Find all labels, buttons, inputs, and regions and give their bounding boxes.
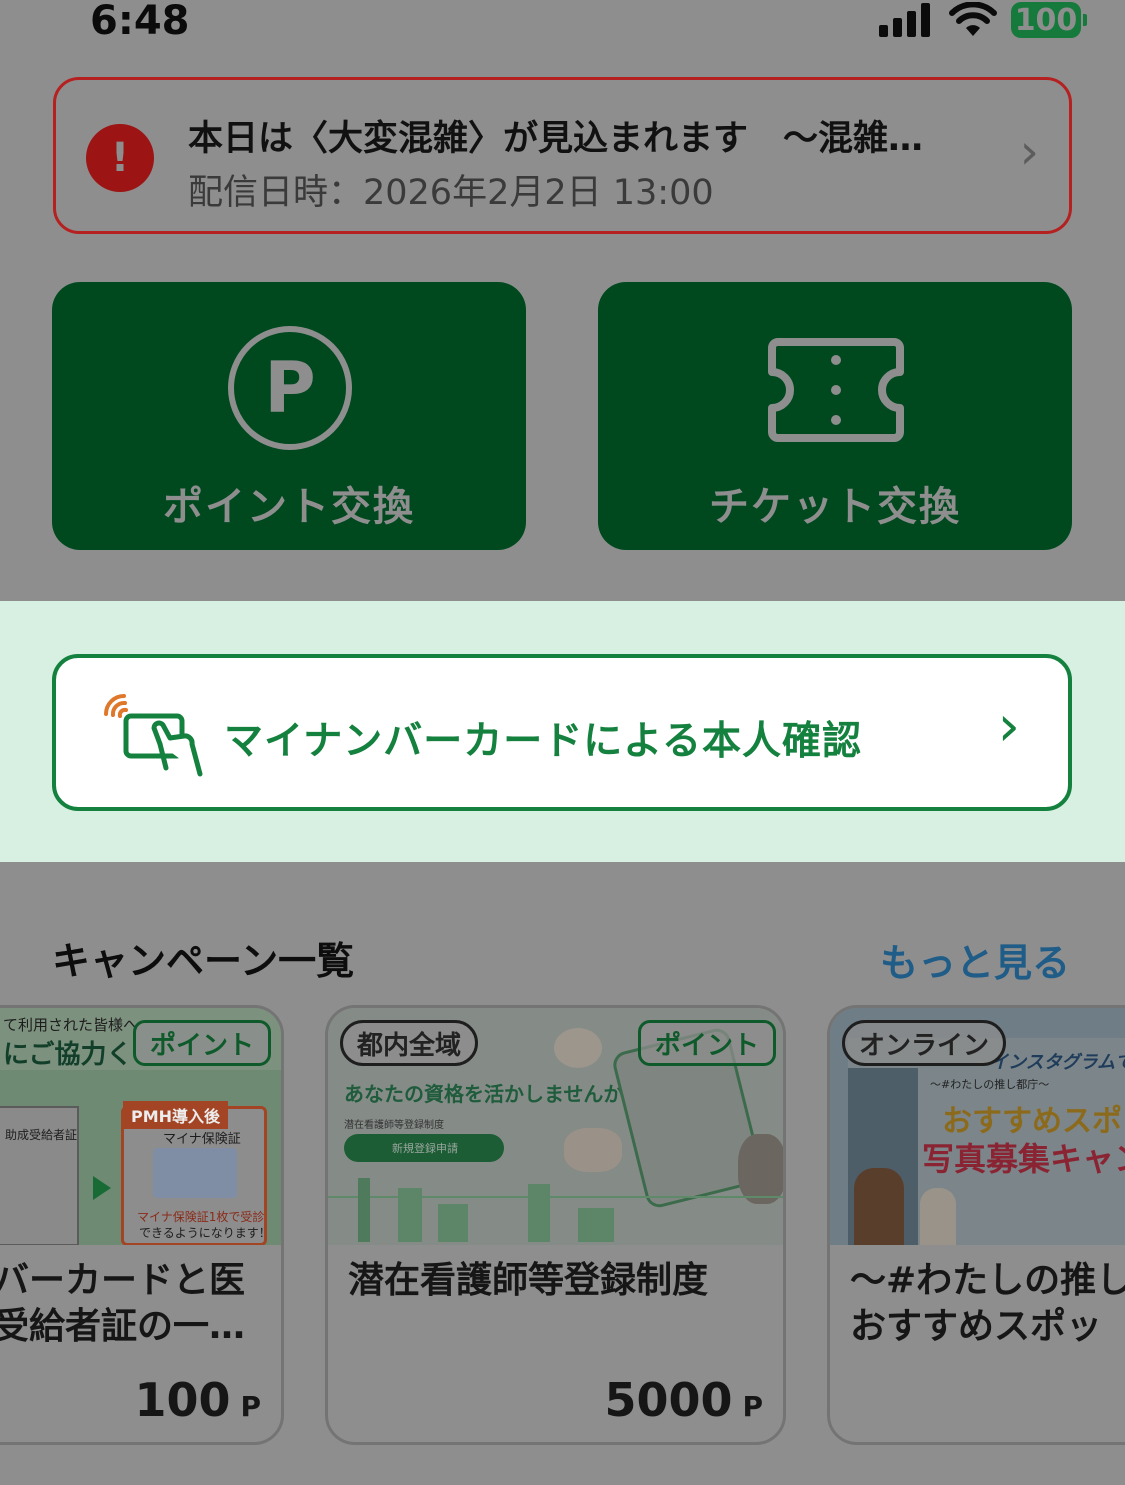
image-text: あなたの資格を活かしませんか？ — [344, 1082, 644, 1106]
campaign-tag: オンライン — [842, 1020, 1007, 1066]
alert-date: 配信日時：2026年2月2日 13:00 — [188, 173, 714, 213]
point-p-icon: P — [228, 326, 352, 450]
chevron-right-icon: › — [997, 694, 1020, 759]
ticket-icon — [768, 338, 904, 442]
tile-label: ポイント交換 — [163, 484, 415, 530]
mynumber-label: マイナンバーカードによる本人確認 — [224, 719, 863, 764]
status-icons: 100 — [879, 2, 1087, 38]
mynumber-highlight-section: マイナンバーカードによる本人確認 › — [0, 601, 1125, 862]
image-text: て利用された皆様へ — [3, 1016, 139, 1034]
mynumber-verification-button[interactable]: マイナンバーカードによる本人確認 › — [52, 654, 1072, 811]
campaign-card[interactable]: あなたの資格を活かしませんか？ 潜在看護師等登録制度 新規登録申請 都内全域 ポ… — [325, 1005, 786, 1445]
campaign-title-line: 受給者証の一… — [0, 1306, 246, 1347]
status-bar: 6:48 100 — [0, 0, 1125, 48]
campaign-title-line: 〜#わたしの推し — [850, 1260, 1125, 1301]
see-more-link[interactable]: もっと見る — [880, 932, 1070, 987]
campaign-title-line: おすすめスポッ — [850, 1306, 1103, 1347]
tile-label: チケット交換 — [709, 484, 961, 530]
campaign-title: 〜#わたしの推し おすすめスポッ — [850, 1258, 1125, 1350]
image-text: にご協力く — [3, 1040, 133, 1070]
image-text: できるようになります！ — [139, 1226, 271, 1240]
points-value: 100 — [134, 1373, 231, 1427]
chevron-right-icon: › — [1019, 124, 1039, 180]
image-text: 写真募集キャン — [922, 1140, 1125, 1178]
campaign-title-line: バーカードと医 — [0, 1260, 246, 1301]
area-tag: 都内全域 — [340, 1020, 479, 1066]
points-value: 5000 — [604, 1373, 733, 1427]
point-exchange-button[interactable]: P ポイント交換 — [52, 282, 526, 550]
battery-indicator: 100 — [1011, 2, 1087, 38]
image-text: 〜#わたしの推し都庁〜 — [930, 1078, 1050, 1091]
points-unit: P — [240, 1390, 261, 1423]
signal-icon — [879, 3, 930, 37]
wifi-icon — [949, 2, 997, 36]
ticket-exchange-button[interactable]: チケット交換 — [598, 282, 1072, 550]
campaign-title: 潜在看護師等登録制度 — [348, 1260, 709, 1301]
image-text: マイナ保険証 — [163, 1132, 241, 1147]
image-text: 潜在看護師等登録制度 — [344, 1120, 444, 1131]
card-tap-icon — [104, 694, 203, 777]
campaign-tag: ポイント — [133, 1020, 272, 1066]
image-text: インスタグラムで — [990, 1052, 1125, 1073]
image-text: PMH導入後 — [123, 1101, 229, 1129]
alert-notice-card[interactable]: ! 本日は〈大変混雑〉が見込まれます 〜混雑… 配信日時：2026年2月2日 1… — [53, 77, 1072, 234]
campaign-tag: ポイント — [638, 1020, 777, 1066]
campaign-card[interactable]: て利用された皆様へ にご協力く 助成受給者証 PMH導入後 マイナ保険証 マイナ… — [0, 1005, 284, 1445]
campaign-section-title: キャンペーン一覧 — [52, 939, 355, 983]
campaign-card[interactable]: インスタグラムで 〜#わたしの推し都庁〜 おすすめスポ 写真募集キャン オンライ… — [827, 1005, 1125, 1445]
image-text: 助成受給者証 — [5, 1128, 78, 1142]
image-text: マイナ保険証1枚で受診 — [137, 1210, 265, 1224]
campaign-points: 5000 P — [604, 1373, 763, 1427]
status-time: 6:48 — [90, 0, 190, 44]
campaign-points: 100 P — [134, 1373, 261, 1427]
warning-icon: ! — [86, 124, 154, 192]
image-text: 新規登録申請 — [344, 1134, 504, 1162]
campaign-title: バーカードと医 受給者証の一… — [0, 1258, 263, 1350]
points-unit: P — [742, 1390, 763, 1423]
alert-title: 本日は〈大変混雑〉が見込まれます 〜混雑… — [188, 119, 924, 159]
